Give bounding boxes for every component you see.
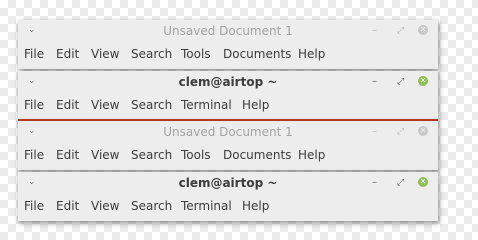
menu-terminal[interactable]: Terminal: [181, 199, 232, 213]
menu-edit[interactable]: Edit: [56, 98, 79, 112]
maximize-icon[interactable]: ⤢: [397, 77, 404, 87]
menu-edit[interactable]: Edit: [56, 47, 79, 61]
gedit-window-inactive-1: ⌄ Unsaved Document 1 – ⤢ ✕ File Edit Vie…: [18, 20, 438, 69]
menu-tools[interactable]: Tools: [181, 148, 211, 162]
title-bar[interactable]: ⌄ clem@airtop ~ – ⤢ ✕: [18, 172, 438, 195]
menu-search[interactable]: Search: [131, 148, 172, 162]
minimize-icon[interactable]: –: [372, 178, 377, 188]
menu-help[interactable]: Help: [298, 148, 325, 162]
menu-edit[interactable]: Edit: [56, 148, 79, 162]
menu-terminal[interactable]: Terminal: [181, 98, 232, 112]
menu-bar: File Edit View Search Tools Documents He…: [18, 43, 438, 66]
close-icon[interactable]: ✕: [418, 25, 428, 35]
menu-search[interactable]: Search: [131, 199, 172, 213]
menu-help[interactable]: Help: [242, 199, 269, 213]
minimize-icon[interactable]: –: [372, 26, 377, 36]
terminal-window-active-1: ⌄ clem@airtop ~ – ⤢ ✕ File Edit View Sea…: [18, 71, 438, 121]
menu-search[interactable]: Search: [131, 98, 172, 112]
maximize-icon[interactable]: ⤢: [397, 178, 404, 188]
menu-search[interactable]: Search: [131, 47, 172, 61]
menu-file[interactable]: File: [24, 98, 44, 112]
menu-view[interactable]: View: [91, 199, 119, 213]
menu-bar: File Edit View Search Terminal Help: [18, 195, 438, 218]
menu-bar: File Edit View Search Tools Documents He…: [18, 144, 438, 167]
menu-file[interactable]: File: [24, 199, 44, 213]
menu-help[interactable]: Help: [242, 98, 269, 112]
title-bar[interactable]: ⌄ Unsaved Document 1 – ⤢ ✕: [18, 121, 438, 144]
maximize-icon[interactable]: ⤢: [397, 26, 404, 36]
menu-bar: File Edit View Search Terminal Help: [18, 94, 438, 117]
gedit-window-inactive-2: ⌄ Unsaved Document 1 – ⤢ ✕ File Edit Vie…: [18, 121, 438, 170]
menu-view[interactable]: View: [91, 98, 119, 112]
close-icon[interactable]: ✕: [418, 76, 428, 86]
close-icon[interactable]: ✕: [418, 126, 428, 136]
close-icon[interactable]: ✕: [418, 177, 428, 187]
minimize-icon[interactable]: –: [372, 77, 377, 87]
menu-tools[interactable]: Tools: [181, 47, 211, 61]
menu-file[interactable]: File: [24, 47, 44, 61]
terminal-window-active-2: ⌄ clem@airtop ~ – ⤢ ✕ File Edit View Sea…: [18, 172, 438, 221]
menu-view[interactable]: View: [91, 47, 119, 61]
menu-documents[interactable]: Documents: [223, 148, 291, 162]
menu-documents[interactable]: Documents: [223, 47, 291, 61]
title-bar[interactable]: ⌄ clem@airtop ~ – ⤢ ✕: [18, 71, 438, 94]
menu-edit[interactable]: Edit: [56, 199, 79, 213]
minimize-icon[interactable]: –: [372, 127, 377, 137]
menu-file[interactable]: File: [24, 148, 44, 162]
menu-help[interactable]: Help: [298, 47, 325, 61]
maximize-icon[interactable]: ⤢: [397, 127, 404, 137]
menu-view[interactable]: View: [91, 148, 119, 162]
title-bar[interactable]: ⌄ Unsaved Document 1 – ⤢ ✕: [18, 20, 438, 43]
